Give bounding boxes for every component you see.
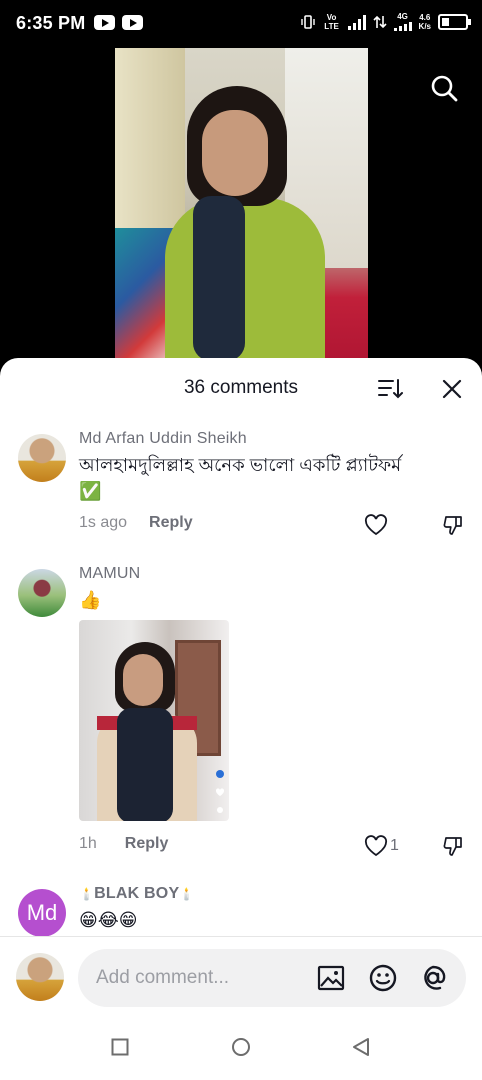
comment-meta: 1s ago Reply — [79, 514, 193, 532]
speed-indicator: 4.6 K/s — [418, 12, 431, 31]
signal-icon — [347, 14, 366, 30]
close-icon[interactable] — [441, 378, 463, 400]
volte-label: Vo LTE — [324, 12, 339, 31]
recent-apps-button[interactable] — [111, 1038, 129, 1056]
my-avatar — [16, 953, 64, 1001]
comment-username[interactable]: MAMUN — [79, 565, 140, 583]
comment-text: 😁😂😁 — [79, 910, 138, 930]
youtube-notification-icon — [122, 15, 143, 30]
status-icons: Vo LTE 4G 4.6 K/s — [300, 12, 471, 31]
mention-icon[interactable] — [418, 963, 448, 993]
home-button[interactable] — [231, 1037, 251, 1057]
comment-username[interactable]: Md Arfan Uddin Sheikh — [79, 430, 247, 448]
avatar[interactable]: Md — [18, 889, 66, 937]
data-arrows-icon — [372, 15, 387, 28]
comment-username[interactable]: 🕯️BLAK BOY🕯️ — [79, 885, 194, 903]
search-icon[interactable] — [430, 74, 458, 102]
dislike-icon[interactable] — [442, 834, 466, 858]
comment-time: 1s ago — [79, 514, 128, 531]
comment-input-placeholder: Add comment... — [96, 967, 230, 988]
emoji-icon[interactable] — [368, 963, 398, 993]
status-bar: 6:35 PM Vo LTE 4G 4.6 K/s — [0, 0, 482, 48]
dislike-icon[interactable] — [442, 513, 466, 537]
comment-meta: 1h Reply — [79, 835, 168, 853]
comment-input[interactable]: Add comment... — [78, 949, 466, 1007]
video-side-icons — [215, 770, 225, 813]
comment-time: 1h — [79, 835, 97, 852]
comment-text: 👍 — [79, 590, 102, 610]
network-type: 4G — [393, 12, 412, 31]
comment-image-attachment[interactable] — [79, 620, 229, 821]
back-button[interactable] — [352, 1037, 370, 1057]
like-count: 1 — [390, 837, 399, 854]
comment-text: আলহামদুলিল্লাহ অনেক ভালো একটি প্ল্যাটফর্… — [79, 455, 402, 501]
comment-input-bar: Add comment... — [0, 937, 482, 1023]
video-player[interactable] — [115, 48, 368, 360]
reply-button[interactable]: Reply — [149, 514, 193, 531]
vibrate-icon — [300, 14, 315, 29]
avatar[interactable] — [18, 434, 66, 482]
comments-sheet: 36 comments Md Arfan Uddin Sheikh আলহামদ… — [0, 358, 482, 1080]
heart-icon[interactable] — [364, 835, 388, 857]
reply-button[interactable]: Reply — [125, 835, 169, 852]
avatar[interactable] — [18, 569, 66, 617]
battery-icon — [438, 13, 471, 30]
sort-icon[interactable] — [378, 378, 404, 400]
comments-header: 36 comments — [0, 358, 482, 420]
image-icon[interactable] — [316, 963, 346, 993]
heart-icon[interactable] — [364, 514, 388, 536]
comments-count: 36 comments — [183, 377, 299, 398]
system-navigation-bar — [0, 1016, 482, 1080]
youtube-notification-icon — [94, 15, 115, 30]
signal-icon — [393, 21, 412, 31]
status-time: 6:35 PM — [16, 13, 86, 33]
